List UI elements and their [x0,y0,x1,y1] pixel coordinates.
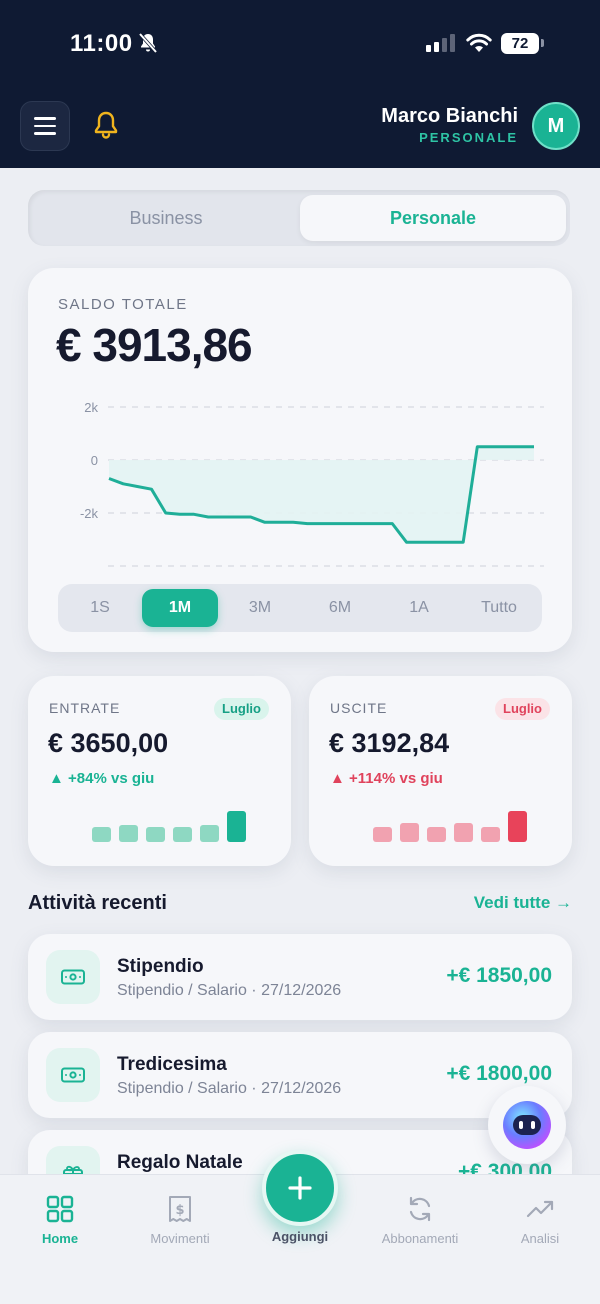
mini-bar [227,811,246,842]
transaction-row[interactable]: Stipendio Stipendio / Salario · 27/12/20… [28,934,572,1020]
battery-nub [541,39,544,47]
plus-icon [288,1176,312,1200]
expenses-mini-chart [373,806,533,842]
y-tick-label: 2k [84,400,98,415]
status-time: 11:00 [70,30,133,57]
tab-abbonamenti[interactable]: Abbonamenti [365,1195,475,1246]
grid-icon [46,1195,74,1223]
expenses-label: USCITE [330,700,388,716]
app-header: Marco Bianchi PERSONALE M [0,86,600,168]
balance-label: SALDO TOTALE [58,296,188,313]
receipt-icon: $ [169,1196,191,1222]
menu-icon-line [34,124,56,128]
expenses-delta: ▲ +114% vs giu [330,770,443,787]
mini-bar [373,827,392,842]
expenses-card[interactable]: USCITE Luglio € 3192,84 ▲ +114% vs giu [309,676,572,866]
transaction-row[interactable]: Tredicesima Stipendio / Salario · 27/12/… [28,1032,572,1118]
add-button[interactable] [262,1150,338,1226]
expenses-month-badge: Luglio [495,698,550,720]
y-tick-label: 0 [91,453,98,468]
income-month-badge: Luglio [214,698,269,720]
range-option-1m[interactable]: 1M [142,589,218,627]
income-delta-text: +84% vs giu [68,770,155,787]
transaction-title: Stipendio [117,956,204,977]
expenses-value: € 3192,84 [329,728,450,758]
time-range-selector: 1S 1M 3M 6M 1A Tutto [58,584,542,632]
income-card[interactable]: ENTRATE Luglio € 3650,00 ▲ +84% vs giu [28,676,291,866]
bell-off-icon [138,32,158,54]
tab-movimenti[interactable]: $ Movimenti [125,1195,235,1246]
range-option-6m[interactable]: 6M [302,589,378,627]
mini-bar [454,823,473,842]
cellular-signal-icon [426,34,455,52]
range-option-3m[interactable]: 3M [222,589,298,627]
add-label: Aggiungi [271,1229,329,1244]
transaction-subtitle: Stipendio / Salario · 27/12/2026 [117,1080,342,1097]
tab-analisi[interactable]: Analisi [485,1195,595,1246]
mini-bar [119,825,138,842]
transaction-title: Tredicesima [117,1054,227,1075]
tab-label: Home [41,1231,79,1246]
range-option-1a[interactable]: 1A [381,589,457,627]
status-bar: 11:00 72 [0,0,600,86]
recent-activity-title: Attività recenti [28,892,167,914]
range-option-1s[interactable]: 1S [62,589,138,627]
menu-icon-line [34,117,56,120]
mini-bar [146,827,165,842]
balance-card: SALDO TOTALE € 3913,86 2k 0 -2k 1S 1M 3M 6… [28,268,572,652]
user-name: Marco Bianchi [381,105,518,127]
refresh-icon [409,1196,431,1222]
transaction-subtitle: Stipendio / Salario · 27/12/2026 [117,982,342,999]
tab-label: Analisi [520,1231,560,1246]
mini-bar [92,827,111,842]
income-label: ENTRATE [49,700,121,716]
battery-indicator: 72 [501,33,539,54]
income-value: € 3650,00 [48,728,169,758]
mini-bar [481,827,500,842]
account-option-personale[interactable]: Personale [300,195,566,241]
transaction-title: Regalo Natale [117,1152,243,1173]
menu-button[interactable] [20,101,70,151]
account-option-business[interactable]: Business [33,195,299,241]
balance-value: € 3913,86 [56,319,253,371]
trend-icon [526,1200,554,1218]
mini-bar [427,827,446,842]
balance-chart: 2k 0 -2k [80,400,544,567]
transaction-amount: +€ 1800,00 [446,1062,552,1085]
arrow-up-icon: ▲ [49,770,64,787]
expenses-delta-text: +114% vs giu [349,770,443,787]
tab-label: Movimenti [150,1231,210,1246]
mini-bar [200,825,219,842]
see-all-link[interactable]: Vedi tutte → [474,893,572,913]
tab-label: Abbonamenti [381,1231,459,1246]
y-tick-label: -2k [80,506,99,521]
arrow-up-icon: ▲ [330,770,345,787]
mini-bar [173,827,192,842]
banknote-icon [46,1048,100,1102]
menu-icon-line [34,132,56,135]
income-delta: ▲ +84% vs giu [49,770,154,787]
tab-home[interactable]: Home [5,1195,115,1246]
account-switch: Business Personale [28,190,570,246]
assistant-bot-icon [503,1101,551,1149]
avatar[interactable]: M [532,102,580,150]
bell-icon[interactable] [92,110,120,140]
mini-bar [508,811,527,842]
svg-text:$: $ [175,1203,184,1218]
mini-bar [400,823,419,842]
transaction-amount: +€ 1850,00 [446,964,552,987]
wifi-icon [466,33,492,52]
income-mini-chart [92,806,252,842]
range-option-tutto[interactable]: Tutto [461,589,537,627]
assistant-button[interactable] [488,1086,566,1164]
banknote-icon [46,950,100,1004]
user-mode-label: PERSONALE [419,130,518,145]
